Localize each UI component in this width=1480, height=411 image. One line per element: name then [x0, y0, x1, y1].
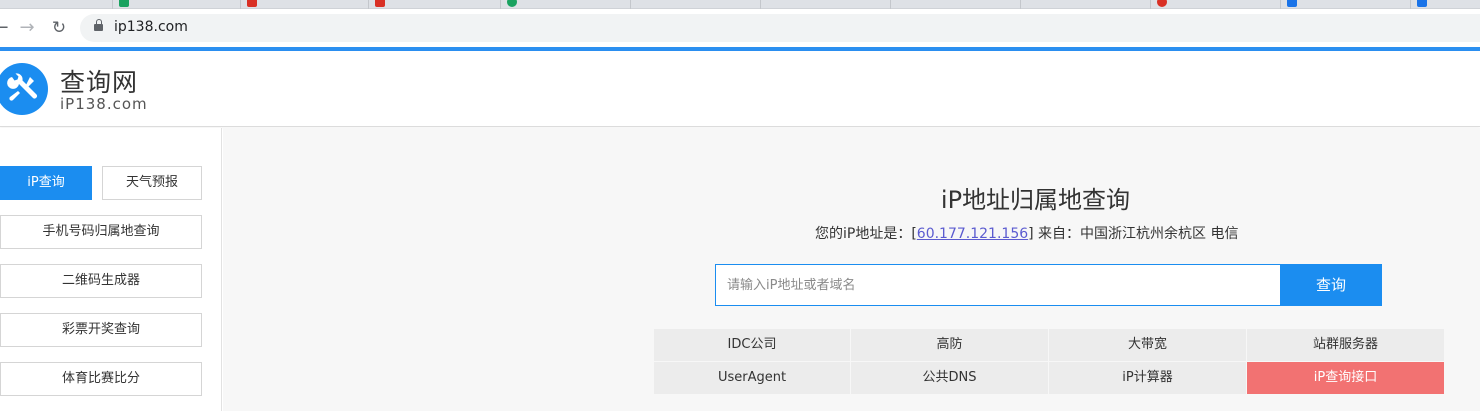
- link-bandwidth[interactable]: 大带宽: [1049, 329, 1246, 361]
- reload-icon[interactable]: ↻: [48, 17, 70, 39]
- ip-prefix-text: 您的iP地址是：[: [815, 226, 917, 242]
- tab-weather[interactable]: 天气预报: [102, 166, 202, 200]
- browser-tab[interactable]: [1150, 0, 1280, 9]
- sidebar: iP查询 天气预报 手机号码归属地查询 二维码生成器 彩票开奖查询 体育比赛比分: [0, 128, 222, 411]
- ip-location-text: ] 来自：中国浙江杭州余杭区 电信: [1028, 226, 1239, 242]
- search-button[interactable]: 查询: [1280, 264, 1382, 306]
- tab-favicon-icon: [1157, 0, 1167, 7]
- tab-favicon-icon: [375, 0, 385, 7]
- link-ddos-protection[interactable]: 高防: [851, 329, 1048, 361]
- sidebar-item-sports[interactable]: 体育比赛比分: [0, 362, 202, 396]
- sidebar-item-lottery[interactable]: 彩票开奖查询: [0, 313, 202, 347]
- address-bar[interactable]: ip138.com: [80, 14, 1480, 42]
- tab-favicon-icon: [247, 0, 257, 7]
- tab-favicon-icon: [507, 0, 517, 7]
- link-public-dns[interactable]: 公共DNS: [851, 362, 1048, 394]
- browser-tab[interactable]: [500, 0, 630, 9]
- site-header: 查询网 iP138.com: [0, 51, 1480, 127]
- link-site-group-server[interactable]: 站群服务器: [1247, 329, 1444, 361]
- page-title: iP地址归属地查询: [940, 186, 1131, 214]
- browser-tab[interactable]: [630, 0, 760, 9]
- tab-favicon-icon: [1287, 0, 1297, 7]
- search-input[interactable]: [715, 264, 1281, 306]
- forward-arrow-icon[interactable]: →: [16, 17, 38, 39]
- logo-title[interactable]: 查询网: [60, 63, 138, 99]
- tab-ip-query[interactable]: iP查询: [0, 166, 92, 200]
- tab-favicon-icon: [119, 0, 129, 7]
- link-idc[interactable]: IDC公司: [654, 329, 850, 361]
- main-content: iP地址归属地查询 您的iP地址是：[60.177.121.156] 来自：中国…: [223, 128, 1480, 411]
- url-text[interactable]: ip138.com: [114, 19, 188, 35]
- link-ip-api[interactable]: iP查询接口: [1247, 362, 1444, 394]
- browser-toolbar: ← → ↻ ip138.com: [0, 9, 1480, 47]
- back-arrow-icon[interactable]: ←: [0, 17, 12, 39]
- search-form: 查询: [715, 264, 1382, 306]
- browser-tab[interactable]: [240, 0, 368, 9]
- browser-tab[interactable]: [760, 0, 890, 9]
- browser-tab-strip: [0, 0, 1480, 9]
- logo-wrench-icon[interactable]: [0, 63, 48, 115]
- browser-tab[interactable]: [112, 0, 240, 9]
- browser-tab[interactable]: [1410, 0, 1480, 9]
- sidebar-item-phone-lookup[interactable]: 手机号码归属地查询: [0, 215, 202, 249]
- tab-favicon-icon: [1417, 0, 1427, 7]
- link-ip-calculator[interactable]: iP计算器: [1049, 362, 1246, 394]
- lock-icon: [94, 19, 103, 33]
- browser-tab[interactable]: [368, 0, 500, 9]
- browser-tab[interactable]: [1020, 0, 1150, 9]
- logo-domain: iP138.com: [60, 95, 148, 113]
- browser-tab[interactable]: [890, 0, 1020, 9]
- ip-address-link[interactable]: 60.177.121.156: [917, 226, 1028, 242]
- ip-info-line: 您的iP地址是：[60.177.121.156] 来自：中国浙江杭州余杭区 电信: [815, 223, 1239, 243]
- link-useragent[interactable]: UserAgent: [654, 362, 850, 394]
- sidebar-item-qrcode[interactable]: 二维码生成器: [0, 264, 202, 298]
- browser-tab[interactable]: [1280, 0, 1410, 9]
